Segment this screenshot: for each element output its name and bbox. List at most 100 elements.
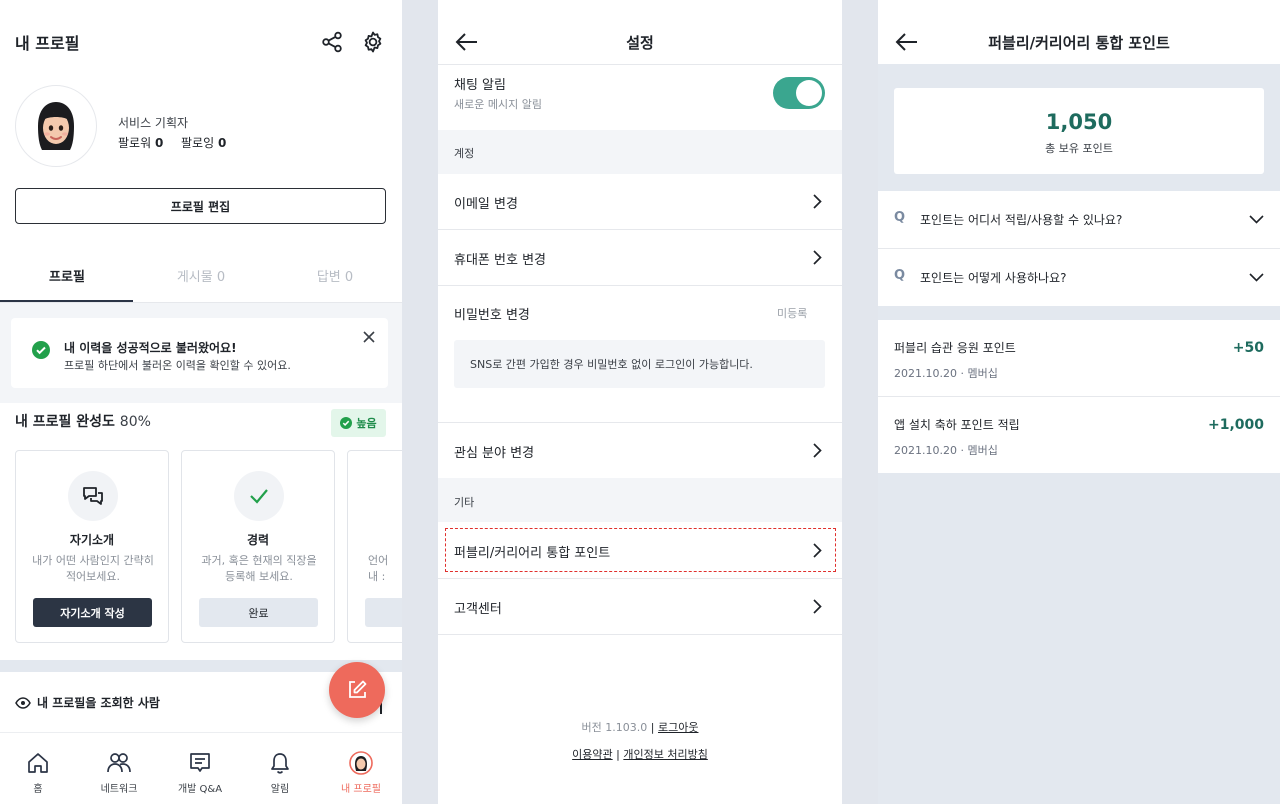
page-title: 설정 — [626, 34, 654, 52]
card-desc-line: 언어 — [368, 554, 389, 567]
history-value: +50 — [1232, 340, 1264, 356]
active-tab-indicator — [0, 300, 133, 302]
history-value: +1,000 — [1207, 417, 1264, 433]
faq-question: 포인트는 어떻게 사용하나요? — [920, 271, 1067, 285]
settings-screen: 설정 채팅 알림 새로운 메시지 알림 계정 이메일 변경 휴대폰 번호 변경 … — [438, 0, 842, 804]
card-button-partial[interactable] — [365, 598, 402, 627]
check-circle-icon — [32, 341, 50, 359]
tab-posts[interactable]: 게시물 0 — [134, 266, 268, 285]
card-career[interactable]: 경력 과거, 혹은 현재의 직장을등록해 보세요. 완료 — [181, 450, 335, 643]
page-title: 내 프로필 — [15, 34, 80, 53]
separator: | — [650, 721, 655, 734]
home-icon — [0, 750, 78, 776]
followers-count[interactable]: 팔로워 0 — [118, 134, 163, 151]
change-email-label[interactable]: 이메일 변경 — [454, 193, 518, 212]
chevron-right-icon[interactable] — [810, 442, 824, 458]
card-desc-line: 내 : — [368, 570, 386, 583]
bell-icon — [240, 750, 320, 776]
faq-item[interactable]: Q 포인트는 어떻게 사용하나요? — [878, 249, 1280, 306]
card-description: 과거, 혹은 현재의 직장을등록해 보세요. — [192, 553, 326, 585]
password-note: SNS로 간편 가입한 경우 비밀번호 없이 로그인이 가능합니다. — [454, 340, 825, 388]
highlight-box — [445, 528, 836, 572]
section-account-label: 계정 — [454, 147, 475, 160]
completion-badge: 높음 — [331, 409, 386, 437]
following-count[interactable]: 팔로잉 0 — [181, 134, 226, 151]
page-title: 퍼블리/커리어리 통합 포인트 — [988, 34, 1170, 52]
points-screen: 퍼블리/커리어리 통합 포인트 1,050 총 보유 포인트 Q 포인트는 어디… — [878, 0, 1280, 804]
chevron-right-icon[interactable] — [810, 598, 824, 614]
points-history-item: 앱 설치 축하 포인트 적립 2021.10.20 · 멤버십 +1,000 — [878, 397, 1280, 473]
divider — [438, 64, 842, 65]
card-language-partial[interactable]: 언어내 : — [347, 450, 402, 643]
divider — [438, 578, 842, 579]
chevron-down-icon[interactable] — [1248, 213, 1264, 225]
faq-q-marker: Q — [894, 268, 906, 283]
history-date: 2021.10.20 · 멤버십 — [894, 444, 998, 457]
nav-home[interactable]: 홈 — [0, 750, 78, 795]
nav-qa[interactable]: 개발 Q&A — [160, 750, 240, 795]
career-done-button[interactable]: 완료 — [199, 598, 318, 627]
card-title: 경력 — [246, 533, 270, 547]
card-self-intro[interactable]: 자기소개 내가 어떤 사람인지 간략히적어보세요. 자기소개 작성 — [15, 450, 169, 643]
pencil-square-icon — [349, 680, 367, 698]
nav-network[interactable]: 네트워크 — [79, 750, 159, 795]
followers-label: 팔로워 — [118, 136, 152, 150]
completion-label: 내 프로필 완성도 — [15, 414, 115, 430]
section-account — [438, 130, 842, 174]
logout-link[interactable]: 로그아웃 — [658, 721, 698, 734]
chevron-right-icon[interactable] — [810, 193, 824, 209]
change-password-label[interactable]: 비밀번호 변경 — [454, 304, 530, 323]
faq-item[interactable]: Q 포인트는 어디서 적립/사용할 수 있나요? — [878, 191, 1280, 248]
password-status: 미등록 — [777, 307, 808, 320]
section-etc-label: 기타 — [454, 496, 475, 509]
terms-link[interactable]: 이용약관 — [572, 748, 612, 761]
viewers-label: 내 프로필을 조회한 사람 — [37, 696, 160, 710]
version-line: 버전 1.103.0 | 로그아웃 — [438, 719, 842, 735]
total-points-label: 총 보유 포인트 — [1045, 142, 1113, 155]
write-intro-button[interactable]: 자기소개 작성 — [33, 598, 152, 627]
support-center-label[interactable]: 고객센터 — [454, 598, 502, 617]
toast-subtitle: 프로필 하단에서 불러온 이력을 확인할 수 있어요. — [64, 359, 291, 372]
chevron-down-icon[interactable] — [1248, 271, 1264, 283]
completion-value: 80% — [119, 414, 151, 430]
nav-my-profile[interactable]: 내 프로필 — [321, 750, 401, 795]
gear-icon[interactable] — [361, 30, 385, 54]
tab-answers[interactable]: 답변 0 — [268, 266, 402, 285]
nav-label: 알림 — [270, 784, 290, 795]
change-interest-label[interactable]: 관심 분야 변경 — [454, 442, 534, 461]
people-icon — [79, 750, 159, 776]
history-title: 앱 설치 축하 포인트 적립 — [894, 418, 1020, 432]
card-desc-line: 등록해 보세요. — [225, 570, 293, 583]
chat-bubbles-icon — [68, 471, 118, 521]
nav-label: 내 프로필 — [341, 784, 381, 795]
share-icon[interactable] — [321, 31, 343, 53]
change-phone-label[interactable]: 휴대폰 번호 변경 — [454, 249, 546, 268]
avatar[interactable] — [15, 85, 97, 167]
divider — [438, 229, 842, 230]
edit-profile-button[interactable]: 프로필 편집 — [15, 188, 386, 224]
card-desc-line: 과거, 혹은 현재의 직장을 — [201, 554, 317, 567]
tab-profile[interactable]: 프로필 — [0, 266, 134, 285]
nav-label: 홈 — [33, 784, 43, 795]
avatar-icon — [321, 750, 401, 776]
card-title: 자기소개 — [69, 533, 115, 547]
separator: | — [616, 748, 620, 761]
qa-icon — [160, 750, 240, 776]
profile-viewers-header[interactable]: 내 프로필을 조회한 사람 — [15, 694, 160, 711]
close-icon[interactable] — [361, 329, 377, 345]
chevron-right-icon[interactable] — [810, 249, 824, 265]
chat-alert-toggle[interactable] — [773, 77, 825, 109]
write-post-fab[interactable] — [329, 662, 385, 718]
nav-label: 개발 Q&A — [177, 784, 223, 795]
profile-screen: 내 프로필 서비스 기획자 팔로워 0 팔로잉 0 프로필 편집 프로필 게시물… — [0, 0, 402, 804]
followers-value: 0 — [154, 136, 164, 150]
chat-alert-sub: 새로운 메시지 알림 — [454, 98, 542, 111]
privacy-link[interactable]: 개인정보 처리방침 — [623, 748, 707, 761]
nav-alerts[interactable]: 알림 — [240, 750, 320, 795]
card-desc-line: 내가 어떤 사람인지 간략히 — [32, 554, 154, 567]
divider — [438, 285, 842, 286]
chat-alert-label: 채팅 알림 — [454, 78, 506, 93]
total-points-value: 1,050 — [1045, 110, 1113, 134]
card-desc-line: 적어보세요. — [65, 570, 121, 583]
card-description: 내가 어떤 사람인지 간략히적어보세요. — [26, 553, 160, 585]
